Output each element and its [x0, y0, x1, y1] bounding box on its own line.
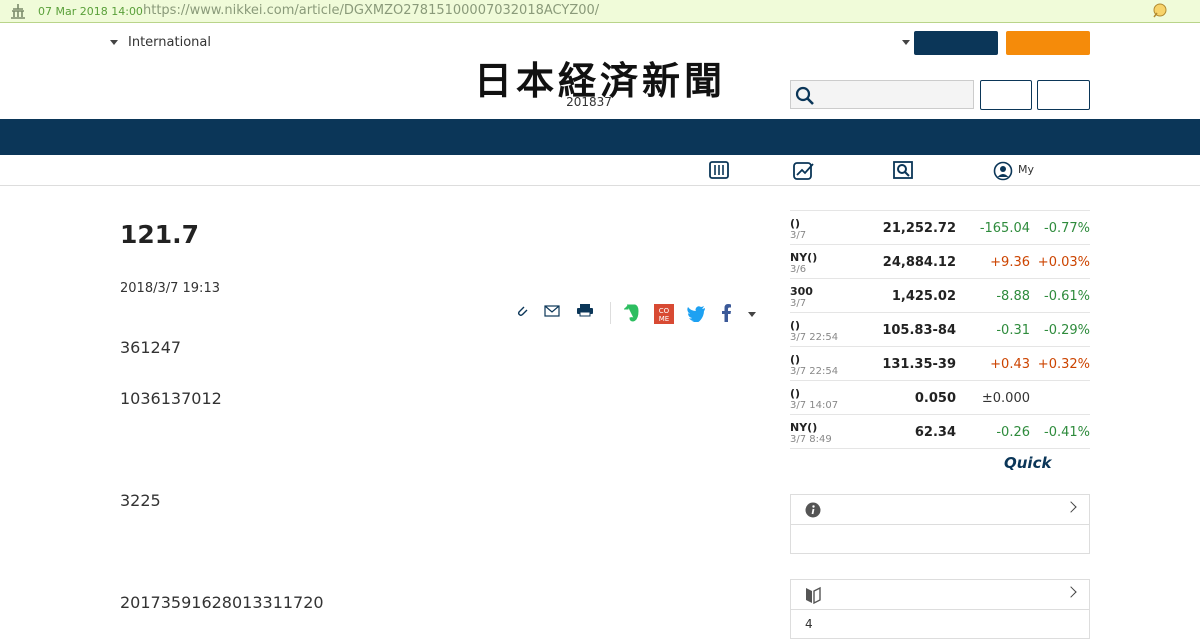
newspaper-icon[interactable] — [709, 161, 729, 179]
market-change: -0.26 — [996, 425, 1030, 440]
market-name: () — [790, 353, 801, 366]
market-name: NY() — [790, 251, 818, 264]
issue-date: 201837 — [566, 95, 612, 109]
edition-label: International — [128, 35, 211, 50]
market-name: () — [790, 319, 801, 332]
main-navigation — [0, 119, 1200, 155]
twitter-icon[interactable] — [686, 306, 706, 322]
market-value: 105.83-84 — [882, 323, 956, 338]
market-chart-icon[interactable] — [793, 161, 815, 181]
article-paragraph: 361247 — [120, 338, 182, 357]
search-icon — [795, 86, 814, 105]
signup-button[interactable] — [1006, 31, 1090, 55]
market-row[interactable]: NY() 3/7 8:49 62.34 -0.26 -0.41% — [790, 414, 1090, 449]
market-value: 1,425.02 — [891, 289, 956, 304]
svg-text:ME: ME — [659, 315, 669, 323]
market-time: 3/7 — [790, 298, 807, 309]
market-row[interactable]: () 3/7 22:54 105.83-84 -0.31 -0.29% — [790, 312, 1090, 346]
chevron-right-icon — [1065, 501, 1077, 513]
archive-bar: 07 Mar 2018 14:00 https://www.nikkei.com… — [0, 0, 1200, 23]
beginner-mark-icon — [806, 586, 821, 604]
item-count: 4 — [805, 617, 813, 631]
market-change: ±0.000 — [981, 391, 1030, 406]
user-icon[interactable] — [993, 161, 1013, 181]
market-value: 62.34 — [914, 425, 956, 440]
market-change: +0.43 — [990, 357, 1030, 372]
market-name: 300 — [790, 285, 813, 298]
market-name: NY() — [790, 421, 818, 434]
evernote-icon[interactable] — [623, 304, 639, 322]
market-time: 3/6 — [790, 264, 807, 275]
market-percent: +0.03% — [1037, 255, 1090, 270]
market-time: 3/7 — [790, 230, 807, 241]
chevron-down-icon[interactable] — [748, 312, 756, 317]
market-percent: -0.41% — [1044, 425, 1090, 440]
market-time: 3/7 14:07 — [790, 400, 839, 411]
market-row[interactable]: () 3/7 22:54 131.35-39 +0.43 +0.32% — [790, 346, 1090, 380]
market-time: 3/7 22:54 — [790, 332, 839, 343]
market-change: +9.36 — [990, 255, 1030, 270]
login-button[interactable] — [980, 80, 1032, 110]
article-paragraph: 20173591628013311720 — [120, 593, 324, 612]
market-data-table: () 3/7 21,252.72 -165.04 -0.77% NY() 3/6… — [790, 210, 1090, 449]
edition-selector[interactable]: International — [110, 35, 211, 50]
market-change: -165.04 — [979, 221, 1030, 236]
beginner-box-header[interactable] — [791, 580, 1089, 610]
toolbar-divider — [610, 302, 611, 324]
info-bubble-icon[interactable] — [1150, 2, 1168, 20]
market-row[interactable]: () 3/7 14:07 0.050 ±0.000 — [790, 380, 1090, 414]
article-headline: 121.7 — [120, 220, 200, 249]
search-input[interactable] — [790, 80, 974, 109]
market-row[interactable]: () 3/7 21,252.72 -165.04 -0.77% — [790, 210, 1090, 244]
market-value: 24,884.12 — [882, 255, 956, 270]
article-paragraph: 1036137012 — [120, 389, 222, 408]
market-name: () — [790, 217, 801, 230]
market-percent: -0.29% — [1044, 323, 1090, 338]
mail-icon[interactable] — [544, 305, 560, 317]
print-icon[interactable] — [576, 303, 594, 317]
clip-icon[interactable] — [515, 304, 529, 318]
market-value: 21,252.72 — [882, 221, 956, 236]
archived-url[interactable]: https://www.nikkei.com/article/DGXMZO278… — [143, 3, 599, 18]
my-page-link[interactable]: My — [1018, 163, 1034, 176]
menu-button[interactable] — [1037, 80, 1090, 110]
search-box-icon[interactable] — [893, 161, 913, 179]
market-percent: -0.77% — [1044, 221, 1090, 236]
article-date: 2018/3/7 19:13 — [120, 281, 220, 296]
market-row[interactable]: NY() 3/6 24,884.12 +9.36 +0.03% — [790, 244, 1090, 278]
wayback-logo-icon[interactable] — [9, 3, 27, 19]
chevron-down-icon[interactable] — [902, 40, 910, 45]
info-box — [790, 494, 1090, 554]
market-percent: -0.61% — [1044, 289, 1090, 304]
market-value: 0.050 — [914, 391, 956, 406]
market-row[interactable]: 300 3/7 1,425.02 -8.88 -0.61% — [790, 278, 1090, 312]
chevron-down-icon — [110, 40, 118, 45]
market-time: 3/7 22:54 — [790, 366, 839, 377]
market-percent: +0.32% — [1037, 357, 1090, 372]
market-time: 3/7 8:49 — [790, 434, 832, 445]
info-icon — [805, 502, 821, 518]
market-value: 131.35-39 — [882, 357, 956, 372]
capture-date: 07 Mar 2018 14:00 — [38, 5, 143, 18]
market-change: -0.31 — [996, 323, 1030, 338]
facebook-icon[interactable] — [721, 304, 731, 322]
chevron-right-icon — [1065, 586, 1077, 598]
beginner-box: 4 — [790, 579, 1090, 639]
quick-logo[interactable]: Quick — [1004, 454, 1051, 472]
info-box-header[interactable] — [791, 495, 1089, 525]
svg-text:CO: CO — [659, 307, 670, 315]
subscribe-button[interactable] — [914, 31, 998, 55]
comemo-icon[interactable]: CO ME — [654, 304, 674, 324]
market-change: -8.88 — [996, 289, 1030, 304]
article-paragraph: 3225 — [120, 491, 161, 510]
market-name: () — [790, 387, 801, 400]
